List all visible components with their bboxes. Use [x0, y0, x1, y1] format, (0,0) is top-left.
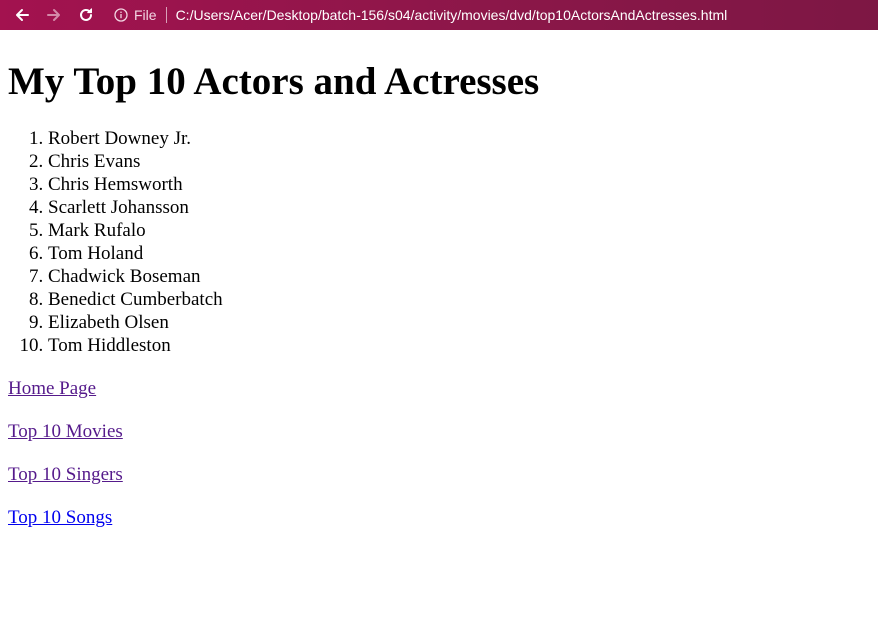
list-item: Chris Evans [48, 150, 870, 173]
top-10-movies-link[interactable]: Top 10 Movies [8, 421, 123, 442]
list-item: Chris Hemsworth [48, 173, 870, 196]
list-item: Chadwick Boseman [48, 265, 870, 288]
address-divider [165, 7, 167, 23]
list-item: Robert Downey Jr. [48, 127, 870, 150]
arrow-left-icon [16, 9, 29, 21]
reload-button[interactable] [70, 0, 102, 30]
back-button[interactable] [6, 0, 38, 30]
top-10-singers-paragraph: Top 10 Singers [8, 463, 870, 486]
list-item: Mark Rufalo [48, 219, 870, 242]
url-text[interactable]: C:/Users/Acer/Desktop/batch-156/s04/acti… [176, 7, 728, 23]
page-title: My Top 10 Actors and Actresses [8, 60, 540, 103]
home-page-link[interactable]: Home Page [8, 378, 96, 399]
address-bar[interactable]: File C:/Users/Acer/Desktop/batch-156/s04… [114, 0, 727, 30]
top-10-songs-paragraph: Top 10 Songs [8, 506, 870, 529]
forward-button[interactable] [38, 0, 70, 30]
info-icon[interactable] [114, 8, 128, 22]
actors-list: Robert Downey Jr. Chris Evans Chris Hems… [8, 127, 870, 357]
scheme-label: File [134, 7, 157, 23]
list-item: Tom Hiddleston [48, 334, 870, 357]
arrow-right-icon [47, 9, 60, 21]
list-item: Tom Holand [48, 242, 870, 265]
reload-icon [80, 8, 92, 21]
top-10-songs-link[interactable]: Top 10 Songs [8, 507, 112, 528]
list-item: Benedict Cumberbatch [48, 288, 870, 311]
list-item: Elizabeth Olsen [48, 311, 870, 334]
home-page-paragraph: Home Page [8, 377, 870, 400]
top-10-singers-link[interactable]: Top 10 Singers [8, 464, 123, 485]
page-content: My Top 10 Actors and Actresses Robert Do… [0, 30, 878, 639]
top-10-movies-paragraph: Top 10 Movies [8, 420, 870, 443]
browser-toolbar: File C:/Users/Acer/Desktop/batch-156/s04… [0, 0, 878, 30]
list-item: Scarlett Johansson [48, 196, 870, 219]
